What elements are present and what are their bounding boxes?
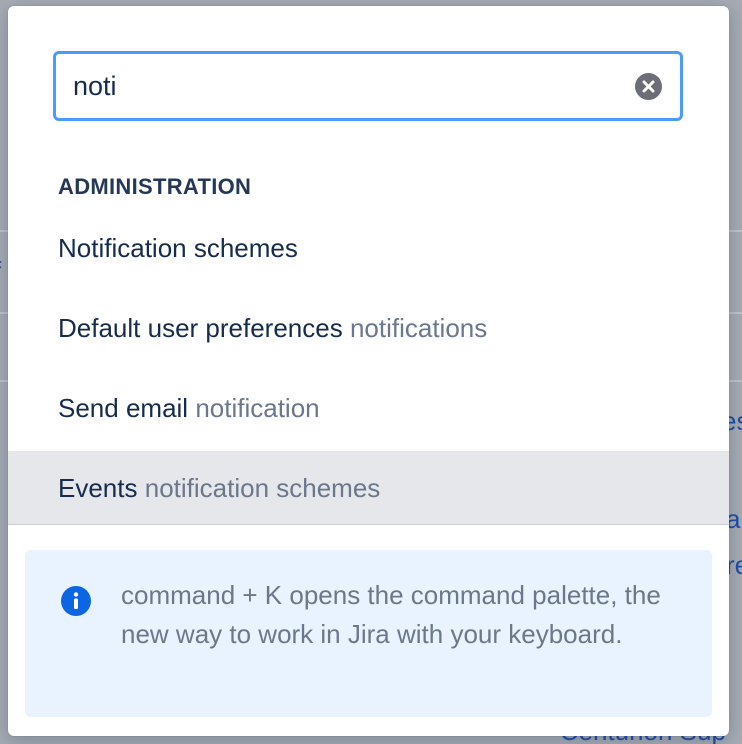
result-primary-text: Events [58,473,138,503]
result-item[interactable]: Send email notification [8,371,729,445]
result-primary-text: Send email [58,393,189,423]
search-input[interactable] [73,54,613,118]
info-icon [61,586,91,616]
background-text-fragment: f [0,256,1,287]
close-icon [642,80,655,93]
result-secondary-text: notification schemes [144,473,381,503]
info-message: command + K opens the command palette, t… [25,550,712,717]
result-item-selected[interactable]: Events notification schemes [8,451,729,525]
result-primary-text: Default user preferences [58,313,343,343]
command-palette: ADMINISTRATION Notification schemes Defa… [8,6,729,736]
result-primary-text: Notification schemes [58,233,298,263]
result-item[interactable]: Notification schemes [8,211,729,285]
info-text: command + K opens the command palette, t… [121,580,661,649]
clear-search-button[interactable] [635,73,662,100]
section-heading-administration: ADMINISTRATION [58,174,252,199]
search-box [53,51,683,121]
result-secondary-text: notification [195,393,320,423]
result-secondary-text: notifications [349,313,488,343]
result-item[interactable]: Default user preferences notifications [8,291,729,365]
